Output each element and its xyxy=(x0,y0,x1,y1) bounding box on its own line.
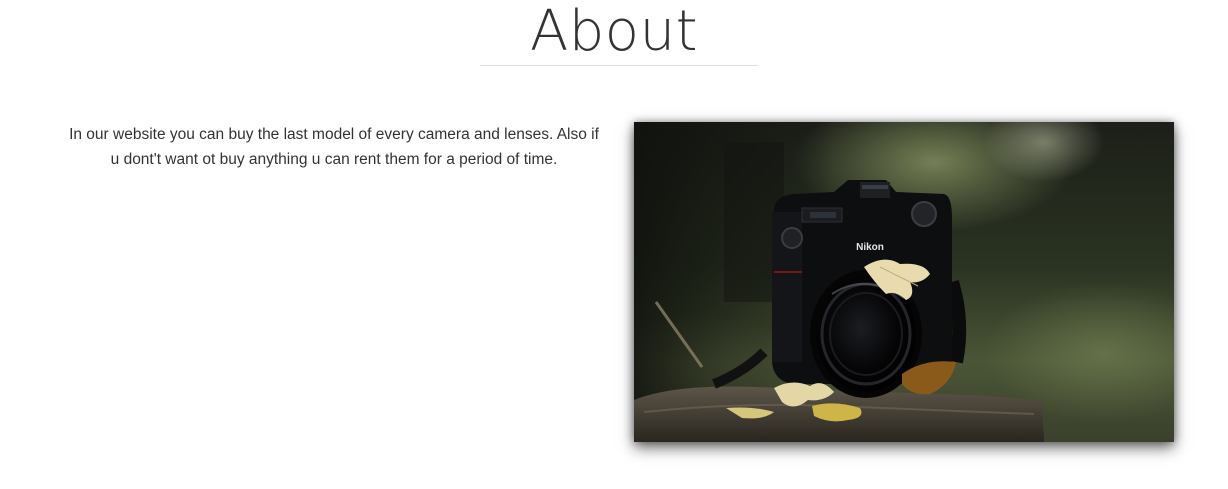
title-divider xyxy=(480,65,758,66)
camera-brand-text: Nikon xyxy=(856,242,884,253)
page-title: About xyxy=(529,0,699,64)
camera-photo: Nikon xyxy=(634,122,1174,442)
about-description: In our website you can buy the last mode… xyxy=(69,126,599,168)
about-section: About In our website you can buy the las… xyxy=(0,0,1228,489)
